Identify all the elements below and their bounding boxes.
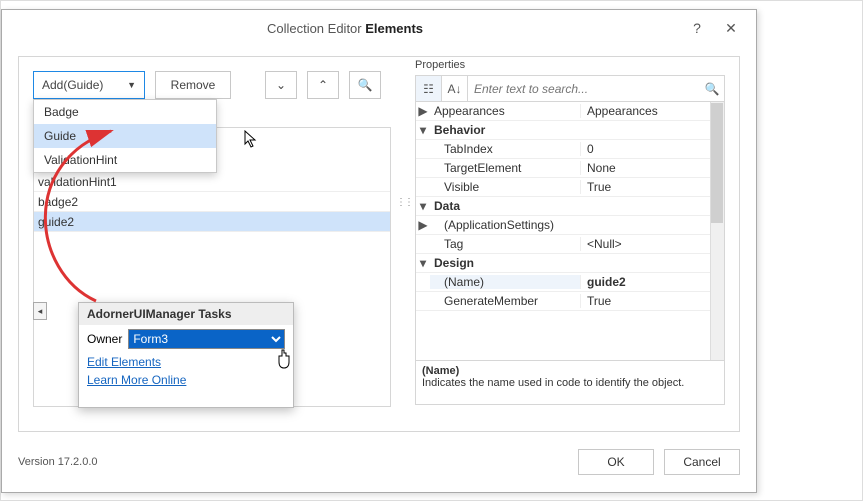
expand-icon[interactable]: ▾ (416, 199, 430, 213)
help-button[interactable]: ? (680, 16, 714, 40)
property-category[interactable]: ▾Data (416, 197, 724, 216)
remove-button[interactable]: Remove (155, 71, 231, 99)
property-value[interactable]: <Null> (580, 237, 724, 251)
categorized-view-button[interactable]: ☷ (416, 76, 442, 101)
property-name: Behavior (430, 123, 580, 137)
search-button[interactable]: 🔍 (349, 71, 381, 99)
property-name: Tag (430, 237, 580, 251)
property-row[interactable]: (Name)guide2 (416, 273, 724, 292)
property-name: (Name) (430, 275, 580, 289)
expand-icon[interactable]: ▾ (416, 123, 430, 137)
property-value[interactable]: None (580, 161, 724, 175)
ok-button[interactable]: OK (578, 449, 654, 475)
property-name: Design (430, 256, 580, 270)
property-name: (ApplicationSettings) (430, 218, 580, 232)
scrollbar[interactable] (710, 102, 724, 360)
owner-select[interactable]: Form3 (128, 329, 285, 349)
close-button[interactable]: ✕ (714, 16, 748, 40)
titlebar: Collection Editor Elements ? ✕ (2, 10, 756, 46)
property-name: Appearances (430, 104, 580, 118)
learn-more-link[interactable]: Learn More Online (79, 371, 293, 389)
categorized-icon: ☷ (423, 82, 434, 96)
property-name: TabIndex (430, 142, 580, 156)
list-item[interactable]: badge2 (34, 192, 390, 212)
add-label: Add(Guide) (42, 78, 103, 92)
move-up-button[interactable]: ⌃ (307, 71, 339, 99)
property-grid: ☷ A↓ 🔍 ▶AppearancesAppearances▾BehaviorT… (415, 75, 725, 405)
splitter-handle[interactable]: ⋮⋮ (396, 197, 412, 208)
property-value[interactable]: Appearances (580, 104, 724, 118)
property-row[interactable]: TargetElementNone (416, 159, 724, 178)
search-icon: 🔍 (358, 78, 373, 92)
property-grid-body[interactable]: ▶AppearancesAppearances▾BehaviorTabIndex… (416, 102, 724, 360)
smart-tasks-panel: AdornerUIManager Tasks Owner Form3 Edit … (78, 302, 294, 408)
smart-tasks-title: AdornerUIManager Tasks (79, 303, 293, 325)
dropdown-option-validationhint[interactable]: ValidationHint (34, 148, 216, 172)
list-item[interactable]: validationHint1 (34, 172, 390, 192)
alphabetical-view-button[interactable]: A↓ (442, 76, 468, 101)
property-row[interactable]: VisibleTrue (416, 178, 724, 197)
list-item[interactable]: guide2 (34, 212, 390, 232)
dropdown-option-guide[interactable]: Guide (34, 124, 216, 148)
smart-tag-glyph[interactable]: ◂ (33, 302, 47, 320)
expand-icon[interactable]: ▶ (416, 218, 430, 232)
chevron-down-icon: ▼ (127, 80, 136, 90)
move-down-button[interactable]: ⌄ (265, 71, 297, 99)
property-description: (Name) Indicates the name used in code t… (416, 360, 724, 404)
property-row[interactable]: Tag<Null> (416, 235, 724, 254)
search-icon: 🔍 (700, 76, 724, 101)
property-row[interactable]: GenerateMemberTrue (416, 292, 724, 311)
property-value[interactable]: 0 (580, 142, 724, 156)
properties-label: Properties (415, 59, 465, 71)
owner-label: Owner (87, 332, 122, 346)
dialog-title: Collection Editor Elements (10, 21, 680, 36)
expand-icon[interactable]: ▶ (416, 104, 430, 118)
desc-name: (Name) (422, 365, 718, 377)
expand-icon[interactable]: ▾ (416, 256, 430, 270)
property-row[interactable]: ▶AppearancesAppearances (416, 102, 724, 121)
property-grid-toolbar: ☷ A↓ 🔍 (416, 76, 724, 102)
property-value[interactable]: guide2 (580, 275, 724, 289)
property-name: GenerateMember (430, 294, 580, 308)
property-category[interactable]: ▾Behavior (416, 121, 724, 140)
sort-az-icon: A↓ (447, 82, 461, 96)
property-name: TargetElement (430, 161, 580, 175)
add-dropdown-menu: Badge Guide ValidationHint (33, 99, 217, 173)
property-name: Data (430, 199, 580, 213)
collection-editor-dialog: Collection Editor Elements ? ✕ Add(Guide… (1, 9, 757, 493)
edit-elements-link[interactable]: Edit Elements (79, 353, 293, 371)
add-dropdown-button[interactable]: Add(Guide) ▼ (33, 71, 145, 99)
property-category[interactable]: ▾Design (416, 254, 724, 273)
cancel-button[interactable]: Cancel (664, 449, 740, 475)
dropdown-option-badge[interactable]: Badge (34, 100, 216, 124)
property-value[interactable]: True (580, 180, 724, 194)
dialog-footer: Version 17.2.0.0 OK Cancel (18, 446, 740, 478)
chevron-up-icon: ⌃ (318, 78, 328, 92)
desc-text: Indicates the name used in code to ident… (422, 377, 684, 389)
dialog-body: Add(Guide) ▼ Remove ⌄ ⌃ 🔍 Badge Guide Va… (18, 56, 740, 432)
property-search-input[interactable] (468, 76, 700, 101)
scrollbar-thumb[interactable] (711, 103, 723, 223)
chevron-down-icon: ⌄ (276, 78, 286, 92)
property-value[interactable]: True (580, 294, 724, 308)
property-row[interactable]: ▶(ApplicationSettings) (416, 216, 724, 235)
version-label: Version 17.2.0.0 (18, 456, 98, 468)
property-row[interactable]: TabIndex0 (416, 140, 724, 159)
property-name: Visible (430, 180, 580, 194)
